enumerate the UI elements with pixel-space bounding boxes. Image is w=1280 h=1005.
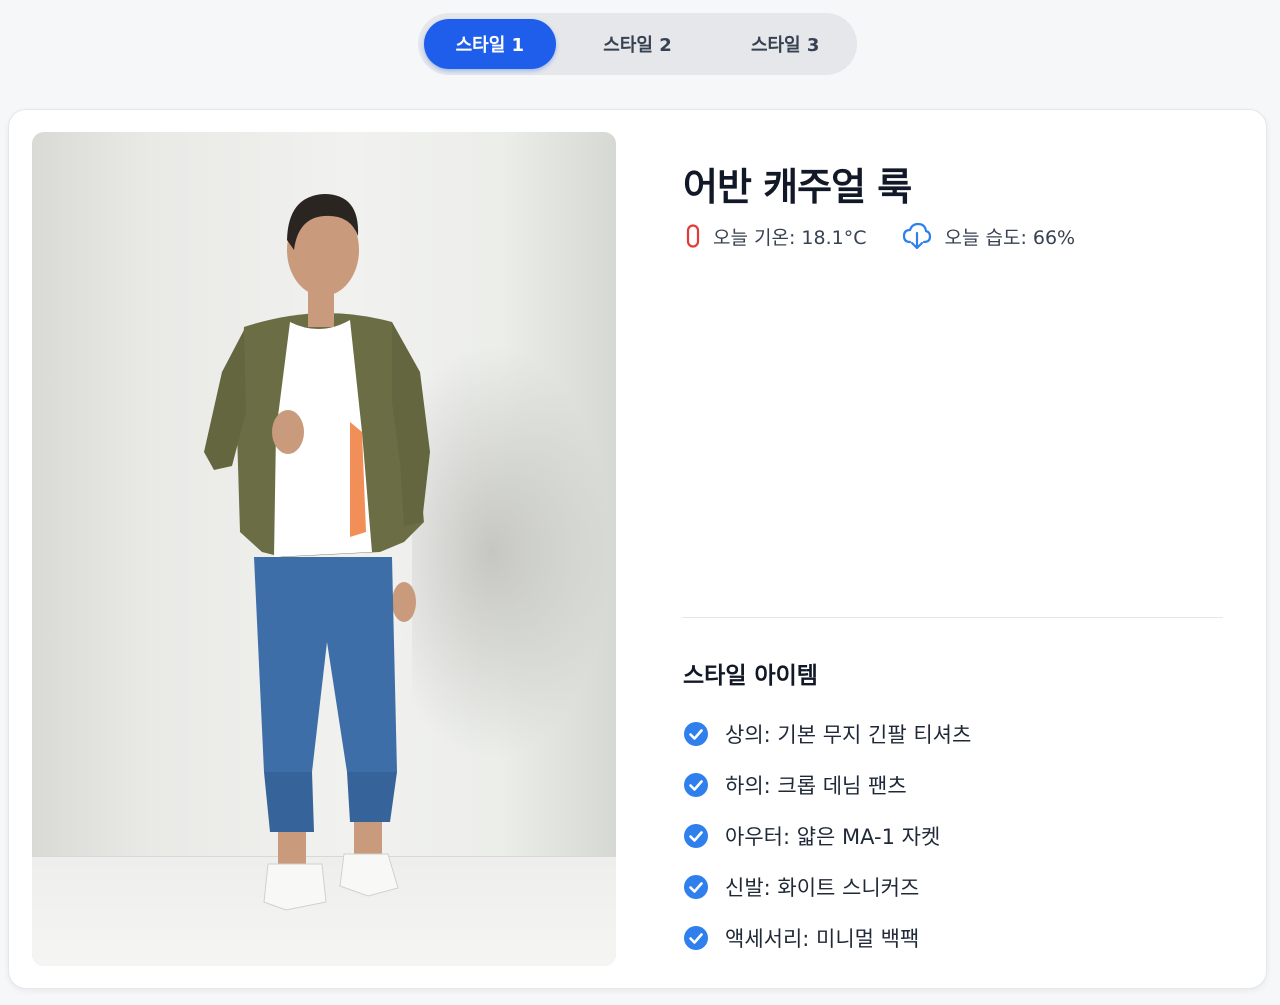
item-label: 액세서리: 미니멀 백팩 bbox=[725, 926, 920, 951]
item-label: 하의: 크롭 데님 팬츠 bbox=[725, 773, 907, 798]
humidity-info: 오늘 습도: 66% bbox=[902, 222, 1075, 250]
style-items-list: 상의: 기본 무지 긴팔 티셔츠 하의: 크롭 데님 팬츠 아우터: 얇은 MA… bbox=[683, 708, 971, 963]
divider bbox=[682, 617, 1223, 618]
tab-style-2[interactable]: 스타일 2 bbox=[572, 19, 704, 69]
list-item: 상의: 기본 무지 긴팔 티셔츠 bbox=[683, 708, 971, 759]
outfit-title: 어반 캐주얼 룩 bbox=[683, 165, 912, 209]
humidity-label: 오늘 습도: 66% bbox=[944, 226, 1076, 249]
check-circle-icon bbox=[684, 721, 708, 746]
list-item: 액세서리: 미니멀 백팩 bbox=[683, 912, 971, 963]
check-circle-icon bbox=[684, 925, 708, 950]
tab-style-3[interactable]: 스타일 3 bbox=[719, 19, 851, 69]
item-label: 신발: 화이트 스니커즈 bbox=[725, 875, 920, 900]
cloud-download-icon bbox=[903, 222, 932, 250]
weather-info: 오늘 기온: 18.1°C 오늘 습도: 66% bbox=[685, 222, 1111, 250]
check-circle-icon bbox=[684, 772, 708, 797]
item-label: 상의: 기본 무지 긴팔 티셔츠 bbox=[725, 722, 972, 747]
list-item: 하의: 크롭 데님 팬츠 bbox=[683, 759, 971, 810]
thermometer-icon bbox=[686, 224, 700, 248]
check-circle-icon bbox=[684, 874, 708, 899]
check-circle-icon bbox=[684, 823, 708, 848]
temperature-label: 오늘 기온: 18.1°C bbox=[713, 226, 867, 249]
style-tabs: 스타일 1 스타일 2 스타일 3 bbox=[418, 13, 857, 75]
list-item: 신발: 화이트 스니커즈 bbox=[683, 861, 971, 912]
item-label: 아우터: 얇은 MA-1 자켓 bbox=[725, 824, 941, 849]
temperature-info: 오늘 기온: 18.1°C bbox=[685, 223, 866, 250]
list-item: 아우터: 얇은 MA-1 자켓 bbox=[683, 810, 971, 861]
tab-style-1[interactable]: 스타일 1 bbox=[424, 19, 556, 69]
outfit-card: 어반 캐주얼 룩 오늘 기온: 18.1°C 오늘 습도: 66% 스타일 아이… bbox=[8, 109, 1267, 989]
outfit-photo bbox=[32, 132, 616, 966]
style-items-title: 스타일 아이템 bbox=[683, 663, 818, 689]
